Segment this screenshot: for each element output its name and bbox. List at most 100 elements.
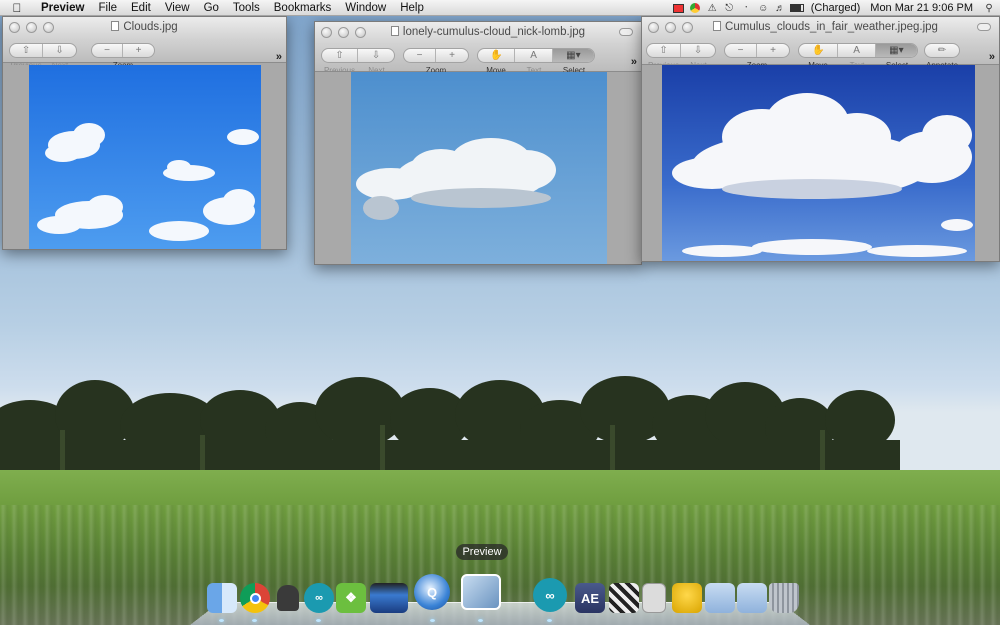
clouds-image bbox=[29, 65, 261, 249]
trash-icon[interactable] bbox=[769, 583, 799, 613]
running-indicator bbox=[252, 619, 257, 622]
calculator-icon[interactable] bbox=[642, 583, 666, 613]
preview-icon[interactable] bbox=[461, 574, 501, 610]
next-button[interactable]: ⇩ bbox=[358, 49, 394, 62]
toolbar-toggle-button[interactable] bbox=[977, 23, 991, 31]
menu-edit[interactable]: Edit bbox=[124, 0, 158, 16]
document-icon bbox=[390, 26, 399, 36]
window-title: lonely-cumulus-cloud_nick-lomb.jpg bbox=[315, 26, 641, 38]
text-tool-button[interactable]: A bbox=[515, 49, 553, 62]
window-title-text: lonely-cumulus-cloud_nick-lomb.jpg bbox=[402, 26, 586, 38]
battery-icon[interactable] bbox=[789, 0, 806, 16]
after-effects-icon[interactable]: AE bbox=[575, 583, 605, 613]
image-canvas bbox=[315, 72, 641, 264]
spy-icon[interactable] bbox=[273, 583, 303, 613]
arduino-icon[interactable]: ∞ bbox=[304, 583, 334, 613]
wifi-icon[interactable]: ☺ bbox=[755, 0, 772, 16]
downloads-folder-icon[interactable] bbox=[737, 583, 767, 613]
window-title: Clouds.jpg bbox=[3, 21, 286, 33]
evernote-icon[interactable]: ❖ bbox=[336, 583, 366, 613]
zoom-group: − + Zoom bbox=[403, 48, 469, 75]
document-icon bbox=[713, 21, 722, 31]
zoom-in-button[interactable]: + bbox=[123, 44, 154, 57]
preview-window-lonely-cumulus[interactable]: lonely-cumulus-cloud_nick-lomb.jpg ⇧ ⇩ P… bbox=[314, 21, 642, 265]
previous-button[interactable]: ⇧ bbox=[10, 44, 44, 57]
preview-window-cumulus-fair-weather[interactable]: Cumulus_clouds_in_fair_weather.jpeg.jpg … bbox=[641, 16, 1000, 262]
previous-button[interactable]: ⇧ bbox=[322, 49, 359, 62]
next-button[interactable]: ⇩ bbox=[43, 44, 76, 57]
window-titlebar[interactable]: Clouds.jpg bbox=[3, 17, 286, 39]
menu-window[interactable]: Window bbox=[338, 0, 393, 16]
move-tool-button[interactable]: ✋ bbox=[799, 44, 839, 57]
lonely-cumulus-image bbox=[351, 72, 607, 264]
zoom-out-button[interactable]: − bbox=[404, 49, 437, 62]
finder-icon[interactable] bbox=[207, 583, 237, 613]
toolbar-overflow-button[interactable]: » bbox=[631, 56, 637, 68]
cumulus-fair-weather-image bbox=[662, 65, 975, 261]
clapper-icon[interactable] bbox=[609, 583, 639, 613]
zoom-out-button[interactable]: − bbox=[92, 44, 124, 57]
document-icon bbox=[111, 21, 120, 31]
window-title: Cumulus_clouds_in_fair_weather.jpeg.jpg bbox=[642, 21, 999, 33]
timemachine-icon[interactable]: ⎋ bbox=[721, 0, 738, 16]
menu-bookmarks[interactable]: Bookmarks bbox=[267, 0, 339, 16]
window-title-text: Cumulus_clouds_in_fair_weather.jpeg.jpg bbox=[725, 21, 938, 33]
toolbar-toggle-button[interactable] bbox=[619, 28, 633, 36]
zoom-in-button[interactable]: + bbox=[757, 44, 789, 57]
dock-tooltip: Preview bbox=[456, 544, 508, 560]
chrome-menu-icon[interactable] bbox=[687, 0, 704, 16]
alert-icon[interactable]: ⚠ bbox=[704, 0, 721, 16]
spotlight-icon[interactable]: ⚲ bbox=[978, 0, 1000, 16]
lonely-cumulus-photo bbox=[351, 72, 607, 264]
window-titlebar[interactable]: lonely-cumulus-cloud_nick-lomb.jpg bbox=[315, 22, 641, 44]
move-tool-button[interactable]: ✋ bbox=[478, 49, 516, 62]
battery-status[interactable]: (Charged) bbox=[806, 0, 866, 16]
window-title-text: Clouds.jpg bbox=[123, 21, 178, 33]
cyberduck-icon[interactable] bbox=[672, 583, 702, 613]
menu-go[interactable]: Go bbox=[197, 0, 226, 16]
running-indicator bbox=[316, 619, 321, 622]
screen-record-icon[interactable] bbox=[670, 0, 687, 16]
select-tool-button[interactable]: ▦▾ bbox=[875, 44, 917, 57]
bluetooth-icon[interactable]: ᛫ bbox=[738, 0, 755, 16]
image-canvas bbox=[642, 65, 999, 261]
status-area: ⚠ ⎋ ᛫ ☺ ♬ (Charged) Mon Mar 21 9:06 PM ⚲ bbox=[670, 0, 1000, 16]
menu-preview[interactable]: Preview bbox=[34, 0, 91, 16]
volume-icon[interactable]: ♬ bbox=[772, 0, 789, 16]
next-button[interactable]: ⇩ bbox=[681, 44, 715, 57]
running-indicator bbox=[430, 619, 435, 622]
menu-view[interactable]: View bbox=[158, 0, 197, 16]
arduino-icon[interactable]: ∞ bbox=[533, 578, 567, 612]
text-tool-button[interactable]: A bbox=[838, 44, 876, 57]
running-indicator bbox=[478, 619, 483, 622]
window-toolbar: ⇧ ⇩ Previous Next − + Zoom ✋ A ▦▾ Move bbox=[642, 39, 999, 70]
zoom-in-button[interactable]: + bbox=[436, 49, 468, 62]
annotate-button[interactable]: ✏ bbox=[925, 44, 959, 57]
chrome-icon[interactable] bbox=[240, 583, 270, 613]
toolbar-overflow-button[interactable]: » bbox=[276, 51, 282, 63]
clouds-photo bbox=[29, 65, 261, 249]
running-indicator bbox=[547, 619, 552, 622]
menu-bar:  Preview File Edit View Go Tools Bookma… bbox=[0, 0, 1000, 16]
window-titlebar[interactable]: Cumulus_clouds_in_fair_weather.jpeg.jpg bbox=[642, 17, 999, 39]
quicktime-icon[interactable]: Q bbox=[414, 574, 450, 610]
menu-help[interactable]: Help bbox=[393, 0, 431, 16]
zoom-out-button[interactable]: − bbox=[725, 44, 758, 57]
menu-tools[interactable]: Tools bbox=[226, 0, 267, 16]
apple-menu-icon[interactable]:  bbox=[0, 1, 34, 15]
image-canvas bbox=[3, 65, 286, 249]
window-toolbar: ⇧ ⇩ Previous Next − + Zoom » bbox=[3, 39, 286, 70]
previous-button[interactable]: ⇧ bbox=[647, 44, 682, 57]
running-indicator bbox=[219, 619, 224, 622]
tool-group: ✋ A ▦▾ Move Text Select bbox=[477, 48, 595, 75]
imovie-icon[interactable] bbox=[370, 583, 408, 613]
cumulus-fair-weather-photo bbox=[662, 65, 975, 261]
nav-group: ⇧ ⇩ Previous Next bbox=[321, 48, 395, 75]
applications-folder-icon[interactable] bbox=[705, 583, 735, 613]
preview-window-clouds[interactable]: Clouds.jpg ⇧ ⇩ Previous Next − + Zoom » bbox=[2, 16, 287, 250]
select-tool-button[interactable]: ▦▾ bbox=[552, 49, 594, 62]
window-toolbar: ⇧ ⇩ Previous Next − + Zoom ✋ A ▦▾ Move bbox=[315, 44, 641, 75]
toolbar-overflow-button[interactable]: » bbox=[989, 51, 995, 63]
menu-file[interactable]: File bbox=[91, 0, 124, 16]
clock[interactable]: Mon Mar 21 9:06 PM bbox=[865, 0, 978, 16]
